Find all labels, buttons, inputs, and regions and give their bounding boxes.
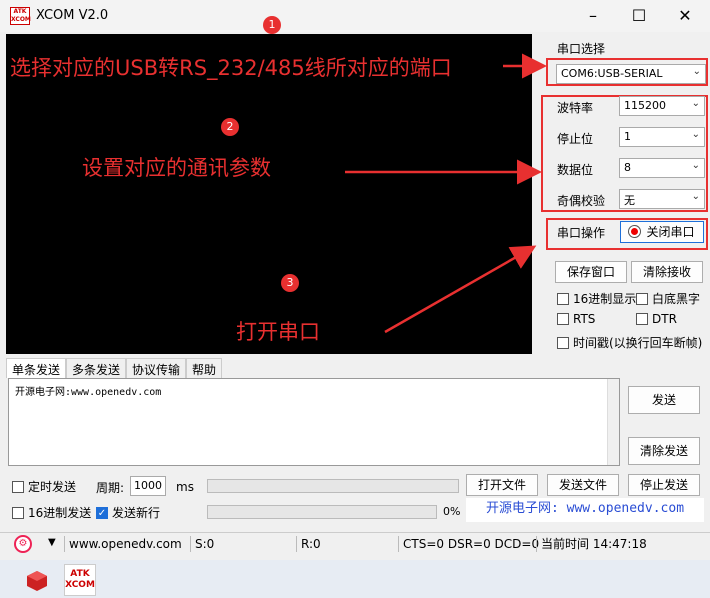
send-progress-bar bbox=[207, 505, 437, 519]
data-label: 数据位 bbox=[557, 163, 594, 177]
site-banner[interactable]: 开源电子网: www.openedv.com bbox=[466, 498, 704, 522]
check-icon: ✓ bbox=[96, 506, 108, 519]
ms-label: ms bbox=[176, 480, 194, 494]
cube-app-icon[interactable] bbox=[26, 570, 48, 592]
status-sent: S:0 bbox=[190, 536, 294, 552]
chevron-down-icon: ⌄ bbox=[691, 129, 700, 140]
stop-select[interactable]: 1 ⌄ bbox=[619, 127, 705, 147]
status-lines: CTS=0 DSR=0 DCD=0 bbox=[398, 536, 539, 552]
stop-label: 停止位 bbox=[557, 132, 594, 146]
send-file-button[interactable]: 发送文件 bbox=[547, 474, 619, 496]
xcom-taskbar-icon[interactable]: ATK XCOM bbox=[64, 564, 96, 596]
clear-send-button[interactable]: 清除发送 bbox=[628, 437, 700, 465]
period-label: 周期: bbox=[96, 481, 125, 495]
send-newline-checkbox[interactable]: ✓ 发送新行 bbox=[96, 504, 160, 521]
status-url[interactable]: www.openedv.com bbox=[64, 536, 182, 552]
status-time: 当前时间 14:47:18 bbox=[536, 536, 647, 552]
status-bar: ⚙ ▼ www.openedv.com S:0 R:0 CTS=0 DSR=0 … bbox=[0, 532, 710, 554]
period-input[interactable]: 1000 bbox=[130, 476, 166, 496]
open-file-button[interactable]: 打开文件 bbox=[466, 474, 538, 496]
chevron-down-icon: ⌄ bbox=[691, 98, 700, 109]
baud-select[interactable]: 115200 ⌄ bbox=[619, 96, 705, 116]
tab-help[interactable]: 帮助 bbox=[186, 358, 223, 378]
settings-gear-icon[interactable]: ⚙ bbox=[14, 535, 32, 553]
hex-display-checkbox[interactable]: 16进制显示 bbox=[557, 290, 636, 307]
parity-label: 奇偶校验 bbox=[557, 194, 606, 208]
save-window-button[interactable]: 保存窗口 bbox=[555, 261, 627, 283]
baud-label: 波特率 bbox=[557, 101, 594, 115]
file-path-bar bbox=[207, 479, 459, 493]
clear-receive-button[interactable]: 清除接收 bbox=[631, 261, 703, 283]
chevron-down-icon: ⌄ bbox=[692, 66, 701, 77]
progress-percent: 0% bbox=[443, 505, 461, 518]
tab-single-send[interactable]: 单条发送 bbox=[6, 358, 67, 378]
timestamp-checkbox[interactable]: 时间戳(以换行回车断帧) bbox=[557, 334, 702, 351]
taskbar: ATK XCOM bbox=[0, 560, 710, 598]
parity-select[interactable]: 无 ⌄ bbox=[619, 189, 705, 209]
send-tabs: 单条发送 多条发送 协议传输 帮助 bbox=[6, 358, 223, 378]
chevron-down-icon: ⌄ bbox=[691, 191, 700, 202]
hex-send-checkbox[interactable]: 16进制发送 bbox=[12, 504, 91, 521]
close-port-button[interactable]: 关闭串口 bbox=[620, 221, 704, 243]
tab-multi-send[interactable]: 多条发送 bbox=[66, 358, 127, 378]
dtr-checkbox[interactable]: DTR bbox=[636, 312, 677, 326]
tab-protocol[interactable]: 协议传输 bbox=[126, 358, 187, 378]
dropdown-arrow-icon[interactable]: ▼ bbox=[48, 537, 56, 548]
send-scrollbar[interactable] bbox=[607, 379, 619, 465]
port-status-icon bbox=[629, 226, 641, 237]
timed-send-checkbox[interactable]: 定时发送 bbox=[12, 478, 76, 495]
send-button[interactable]: 发送 bbox=[628, 386, 700, 414]
stop-send-button[interactable]: 停止发送 bbox=[628, 474, 700, 496]
rts-checkbox[interactable]: RTS bbox=[557, 312, 595, 326]
data-select[interactable]: 8 ⌄ bbox=[619, 158, 705, 178]
xcom-window: ATK XCOM XCOM V2.0 – ☐ ✕ 选择对应的USB转RS_232/… bbox=[0, 0, 710, 560]
arrow-3 bbox=[384, 245, 537, 334]
chevron-down-icon: ⌄ bbox=[691, 160, 700, 171]
white-black-checkbox[interactable]: 白底黑字 bbox=[636, 290, 700, 307]
op-label: 串口操作 bbox=[557, 226, 606, 240]
send-textarea[interactable]: 开源电子网:www.openedv.com bbox=[8, 378, 620, 466]
status-received: R:0 bbox=[296, 536, 396, 552]
port-select[interactable]: COM6:USB-SERIAL ⌄ bbox=[556, 64, 706, 84]
port-label: 串口选择 bbox=[557, 42, 606, 56]
